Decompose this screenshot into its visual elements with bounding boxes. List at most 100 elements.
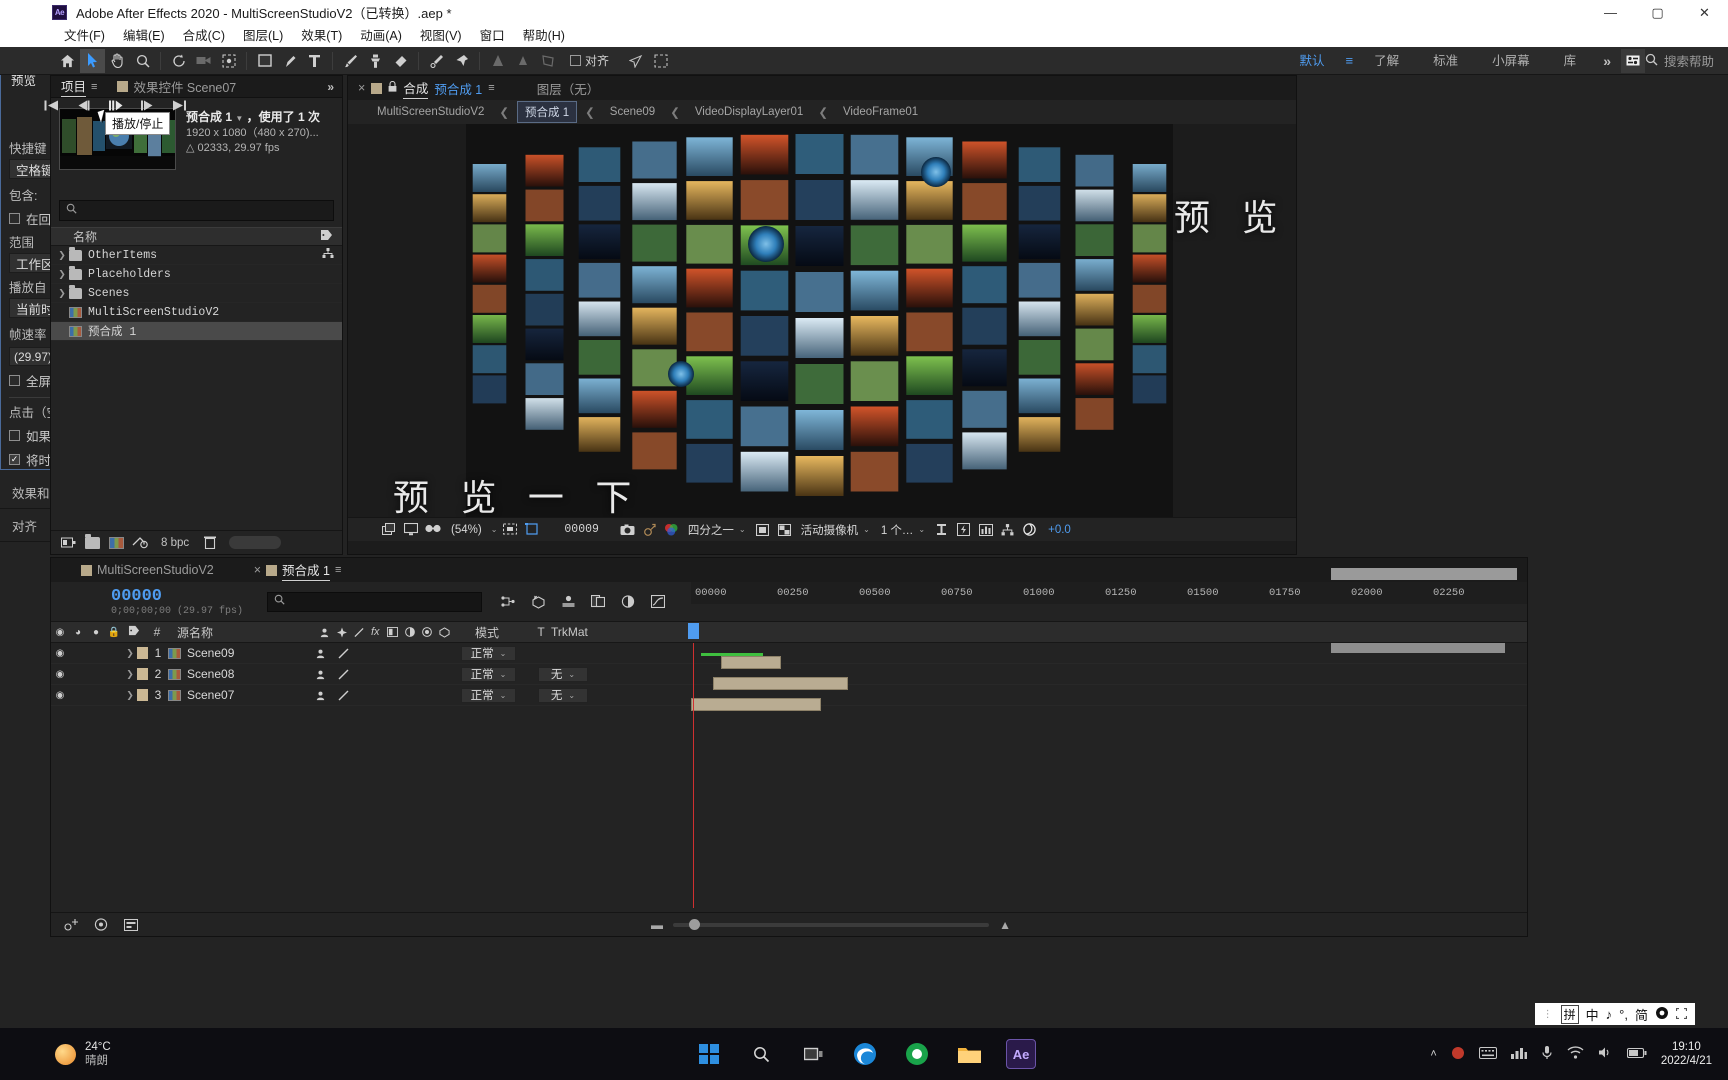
motion-blur-icon[interactable] (616, 591, 640, 613)
color-depth-icon[interactable] (129, 533, 151, 553)
snapping-arrow-icon[interactable] (623, 49, 648, 73)
list-item[interactable]: MultiScreenStudioV2 (51, 303, 342, 322)
workspace-tab-standard[interactable]: 标准 (1416, 48, 1475, 74)
work-area-bar[interactable] (1331, 568, 1517, 580)
comp-flowchart-icon[interactable] (998, 521, 1017, 539)
3d-glasses-icon[interactable] (423, 521, 442, 539)
menu-layer[interactable]: 图层(L) (234, 26, 292, 46)
minimize-button[interactable]: — (1587, 0, 1634, 25)
tray-volume-icon[interactable] (1598, 1046, 1613, 1062)
monitor-icon[interactable] (401, 521, 420, 539)
chevron-right-icon[interactable]: ❯ (55, 250, 69, 261)
draft-3d-icon[interactable] (526, 591, 550, 613)
views-select[interactable]: 1 个… ⌄ (877, 522, 929, 538)
pen-tool-icon[interactable] (277, 49, 302, 73)
breadcrumb-item-videoframe01[interactable]: VideoFrame01 (836, 104, 925, 120)
breadcrumb-item-current[interactable]: 预合成 1 (517, 101, 578, 123)
text-tool-icon[interactable] (302, 49, 327, 73)
chevron-right-icon[interactable]: ❯ (55, 269, 69, 280)
play-cached-frames-checkbox[interactable] (9, 430, 20, 441)
source-name-header[interactable]: 源名称 (169, 624, 319, 641)
chevron-down-icon[interactable]: ⌄ (491, 525, 498, 534)
workspace-tab-default[interactable]: 默认 (1283, 48, 1342, 74)
workspace-menu-icon[interactable]: ≡ (1342, 53, 1358, 68)
ime-settings-icon[interactable] (1655, 1006, 1669, 1023)
layer-visibility-icon[interactable]: ◉ (51, 648, 69, 659)
selection-tool-icon[interactable] (80, 48, 105, 73)
close-button[interactable]: ✕ (1681, 0, 1728, 25)
tray-chart-icon[interactable] (1510, 1046, 1527, 1062)
tray-wifi-icon[interactable] (1567, 1046, 1584, 1062)
align-center-icon[interactable] (510, 49, 535, 73)
layer-mode[interactable]: 正常 ⌄ (461, 645, 516, 661)
eraser-tool-icon[interactable] (388, 49, 413, 73)
menu-window[interactable]: 窗口 (471, 26, 514, 46)
breadcrumb-item-scene09[interactable]: Scene09 (603, 104, 662, 120)
fast-preview-icon[interactable] (753, 521, 772, 539)
chevron-right-icon[interactable]: ❯ (123, 669, 137, 680)
graph-editor-icon[interactable] (646, 591, 670, 613)
region-of-interest-icon[interactable] (522, 521, 541, 539)
weather-widget[interactable]: 24°C 晴朗 (55, 1040, 111, 1068)
anchor-point-tool-icon[interactable] (216, 49, 241, 73)
grid-guides-icon[interactable] (648, 49, 673, 73)
puppet-pin-tool-icon[interactable] (449, 49, 474, 73)
move-time-to-preview-checkbox[interactable]: ✓ (9, 454, 20, 465)
lock-icon[interactable] (388, 80, 397, 95)
ime-drag-handle[interactable]: ⋮ (1543, 1009, 1554, 1020)
workspace-tab-learn[interactable]: 了解 (1357, 48, 1416, 74)
timeline-search-input[interactable] (267, 591, 483, 612)
bit-depth-label[interactable]: 8 bpc (153, 537, 197, 549)
render-queue-icon[interactable] (119, 914, 143, 936)
layer-label-color[interactable] (137, 647, 148, 659)
menu-file[interactable]: 文件(F) (55, 26, 114, 46)
rotation-tool-icon[interactable] (166, 49, 191, 73)
layer-mode[interactable]: 正常 ⌄ (461, 687, 516, 703)
ime-expand-icon[interactable] (1675, 1007, 1688, 1022)
layer-label-color[interactable] (137, 668, 148, 680)
composition-canvas[interactable]: 预 览 一 下 预 览 (348, 124, 1296, 517)
roto-brush-tool-icon[interactable] (424, 49, 449, 73)
workspace-settings-icon[interactable] (1620, 48, 1645, 73)
chevron-right-icon[interactable]: ❯ (123, 648, 137, 659)
snap-checkbox[interactable] (570, 55, 581, 66)
camera-select[interactable]: 活动摄像机 ⌄ (797, 522, 874, 538)
home-icon[interactable] (55, 49, 80, 73)
pixel-aspect-icon[interactable] (932, 521, 951, 539)
playhead-handle[interactable] (688, 623, 699, 639)
timeline-tab-multiscreenstudiov2[interactable]: MultiScreenStudioV2 (51, 559, 224, 581)
breadcrumb-item-root[interactable]: MultiScreenStudioV2 (370, 104, 491, 120)
list-item[interactable]: ❯ OtherItems (51, 246, 342, 265)
hand-tool-icon[interactable] (105, 49, 130, 73)
timeline-zoom-slider[interactable] (673, 918, 990, 930)
timeline-track-area[interactable] (688, 623, 1515, 908)
project-search-input[interactable] (59, 200, 334, 221)
close-icon[interactable]: × (254, 563, 261, 577)
timeline-tab-precomp1[interactable]: × 预合成 1 ≡ (244, 559, 352, 581)
menu-animation[interactable]: 动画(A) (351, 26, 411, 46)
trkmat-header[interactable]: TrkMat (551, 625, 611, 639)
new-folder-icon[interactable] (81, 533, 103, 553)
layer-duration-bar[interactable] (691, 698, 821, 711)
current-timecode-value[interactable]: 00009 (558, 523, 605, 536)
fast-previews-lightning-icon[interactable] (954, 521, 973, 539)
project-panel-menu-icon[interactable]: ≡ (91, 81, 97, 93)
menu-edit[interactable]: 编辑(E) (114, 26, 174, 46)
align-left-icon[interactable] (485, 49, 510, 73)
clone-stamp-tool-icon[interactable] (363, 49, 388, 73)
previous-frame-button[interactable] (76, 100, 91, 114)
ime-tone-icon[interactable]: ♪ (1606, 1007, 1613, 1022)
auto-keyframe-icon[interactable] (89, 914, 113, 936)
first-frame-button[interactable] (44, 100, 59, 114)
workspace-tab-libraries[interactable]: 库 (1547, 48, 1594, 74)
camera-tool-icon[interactable] (191, 49, 216, 73)
brush-tool-icon[interactable] (338, 49, 363, 73)
menu-view[interactable]: 视图(V) (411, 26, 471, 46)
last-frame-button[interactable] (172, 100, 187, 114)
timeline-timecode[interactable]: 00000 0;00;00;00 (29.97 fps) (111, 587, 243, 617)
help-search[interactable]: 搜索帮助 (1645, 51, 1728, 70)
toggle-layers-icon[interactable] (379, 521, 398, 539)
zoom-slider-thumb[interactable] (689, 918, 700, 930)
composition-panel-menu-icon[interactable]: ≡ (488, 82, 494, 94)
zoom-level-value[interactable]: (54%) (445, 524, 488, 536)
